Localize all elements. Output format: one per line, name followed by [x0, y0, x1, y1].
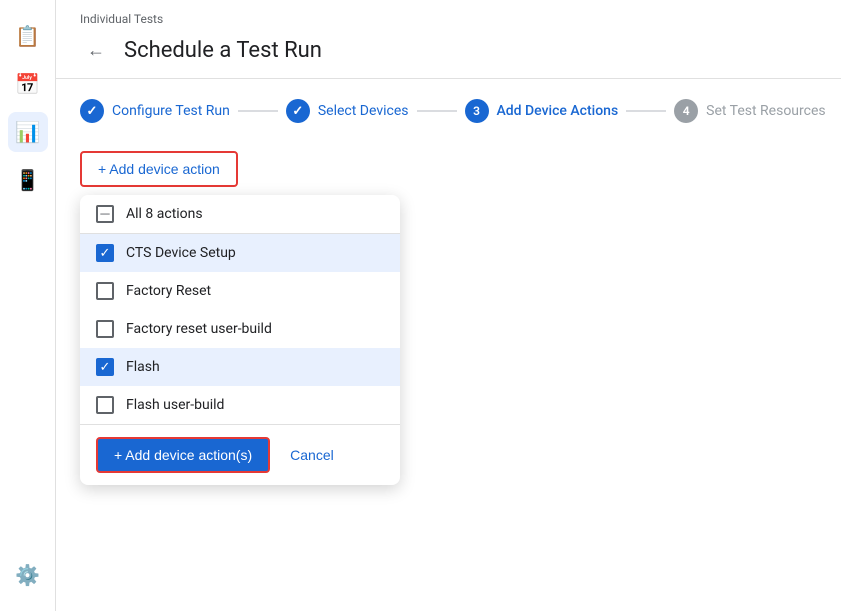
check-icon-2: ✓	[292, 104, 303, 119]
add-device-action-button[interactable]: + Add device action	[80, 151, 238, 187]
checkbox-factory-reset-user-build	[96, 320, 114, 338]
step-4-circle: 4	[674, 99, 698, 123]
cancel-button[interactable]: Cancel	[286, 439, 338, 471]
page-title: Schedule a Test Run	[124, 38, 322, 63]
add-action-label: + Add device action	[98, 161, 220, 177]
dropdown-item-all[interactable]: ─ All 8 actions	[80, 195, 400, 234]
stepper: ✓ Configure Test Run ✓ Select Devices 3 …	[56, 79, 841, 143]
page-header: ← Schedule a Test Run	[56, 30, 841, 79]
connector-1	[238, 110, 278, 112]
indeterminate-icon: ─	[100, 208, 109, 221]
main-content: Individual Tests ← Schedule a Test Run ✓…	[56, 0, 841, 611]
check-icon-cts: ✓	[100, 247, 111, 260]
device-icon: 📱	[15, 168, 40, 192]
connector-3	[626, 110, 666, 112]
step-3-number: 3	[473, 104, 480, 118]
checkbox-factory-reset	[96, 282, 114, 300]
step-3-label: Add Device Actions	[497, 103, 619, 119]
step-2-circle: ✓	[286, 99, 310, 123]
reports-icon: 📋	[15, 24, 40, 48]
back-button[interactable]: ←	[80, 34, 112, 66]
dropdown-item-flash[interactable]: ✓ Flash	[80, 348, 400, 386]
actions-dropdown: ─ All 8 actions ✓ CTS Device Setup Facto…	[80, 195, 400, 485]
dropdown-item-factory-reset-user-build[interactable]: Factory reset user-build	[80, 310, 400, 348]
item-factory-reset-label: Factory Reset	[126, 283, 211, 299]
sidebar-item-reports[interactable]: 📋	[8, 16, 48, 56]
step-set-test-resources: 4 Set Test Resources	[674, 99, 825, 123]
step-2-label: Select Devices	[318, 103, 409, 119]
dropdown-item-flash-user-build[interactable]: Flash user-build	[80, 386, 400, 424]
step-1-circle: ✓	[80, 99, 104, 123]
step-4-label: Set Test Resources	[706, 103, 825, 119]
breadcrumb: Individual Tests	[56, 0, 841, 30]
check-icon-flash: ✓	[100, 361, 111, 374]
item-factory-reset-user-build-label: Factory reset user-build	[126, 321, 272, 337]
item-all-label: All 8 actions	[126, 206, 203, 222]
checkbox-flash: ✓	[96, 358, 114, 376]
calendar-icon: 📅	[15, 72, 40, 96]
sidebar-item-analytics[interactable]: 📊	[8, 112, 48, 152]
sidebar: 📋 📅 📊 📱 ⚙️	[0, 0, 56, 611]
connector-2	[417, 110, 457, 112]
check-icon-1: ✓	[87, 104, 98, 119]
analytics-icon: 📊	[15, 120, 40, 144]
content-area: + Add device action ─ All 8 actions ✓ CT…	[56, 143, 841, 611]
step-4-number: 4	[683, 104, 690, 118]
item-flash-user-build-label: Flash user-build	[126, 397, 224, 413]
checkbox-cts-device-setup: ✓	[96, 244, 114, 262]
add-actions-label: + Add device action(s)	[114, 447, 252, 463]
item-cts-label: CTS Device Setup	[126, 245, 236, 261]
step-1-label: Configure Test Run	[112, 103, 230, 119]
dropdown-footer: + Add device action(s) Cancel	[80, 424, 400, 485]
checkbox-all: ─	[96, 205, 114, 223]
step-3-circle: 3	[465, 99, 489, 123]
item-flash-label: Flash	[126, 359, 160, 375]
checkbox-flash-user-build	[96, 396, 114, 414]
step-configure: ✓ Configure Test Run	[80, 99, 230, 123]
step-select-devices: ✓ Select Devices	[286, 99, 409, 123]
cancel-label: Cancel	[290, 447, 334, 463]
dropdown-item-cts-device-setup[interactable]: ✓ CTS Device Setup	[80, 234, 400, 272]
dropdown-item-factory-reset[interactable]: Factory Reset	[80, 272, 400, 310]
add-device-actions-button[interactable]: + Add device action(s)	[96, 437, 270, 473]
sidebar-item-settings[interactable]: ⚙️	[8, 555, 48, 595]
sidebar-item-device[interactable]: 📱	[8, 160, 48, 200]
dropdown-list: ─ All 8 actions ✓ CTS Device Setup Facto…	[80, 195, 400, 424]
settings-icon: ⚙️	[15, 563, 40, 587]
sidebar-item-calendar[interactable]: 📅	[8, 64, 48, 104]
step-add-device-actions: 3 Add Device Actions	[465, 99, 619, 123]
back-arrow-icon: ←	[87, 40, 105, 61]
